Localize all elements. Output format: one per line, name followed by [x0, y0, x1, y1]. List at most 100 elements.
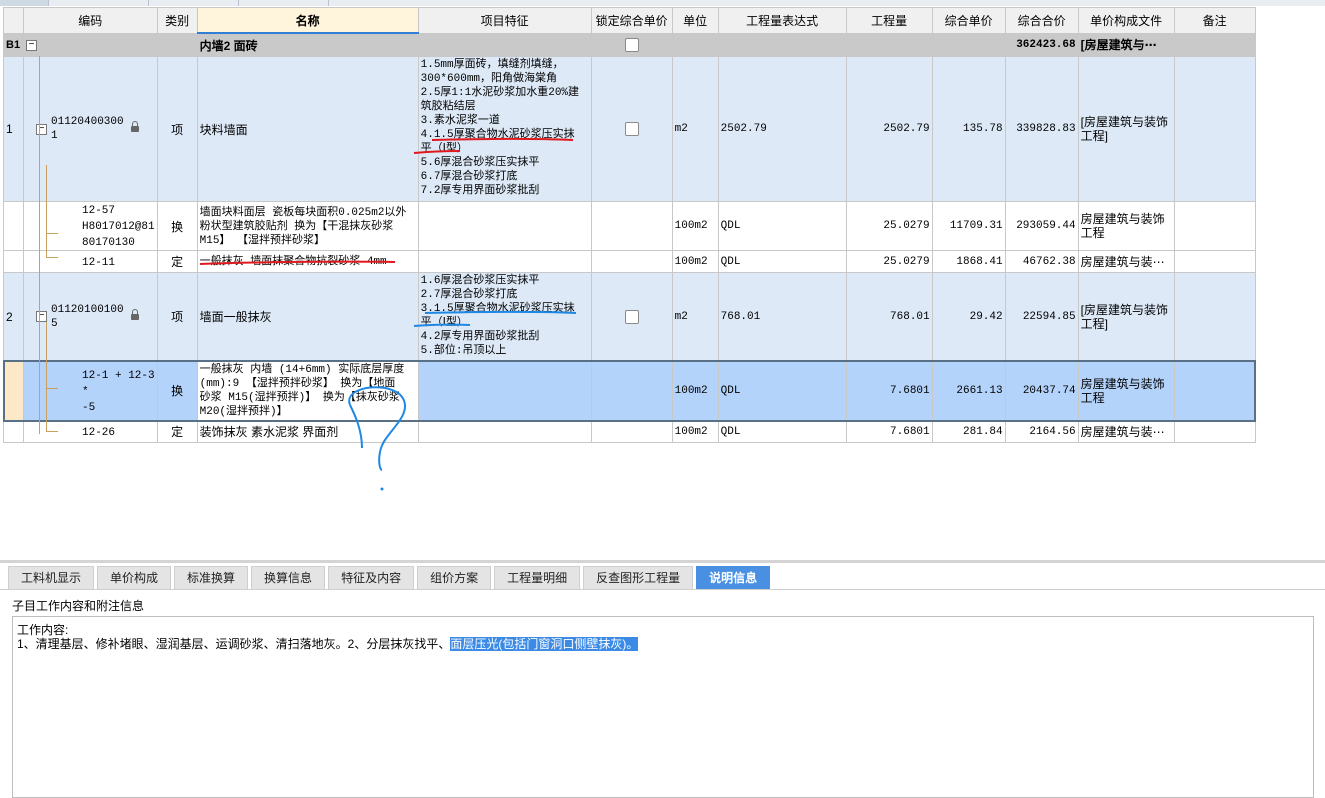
code-cell[interactable]: − 01120100100 5 — [23, 272, 158, 361]
group-row[interactable]: B1 − 内墙2 面砖 362423.68 [房屋建筑与⋯ — [3, 32, 1256, 57]
row-index — [3, 201, 24, 251]
collapse-icon[interactable]: − — [26, 40, 37, 52]
item-total: 22594.85 — [1004, 272, 1079, 361]
pane-divider[interactable] — [0, 560, 1325, 563]
item-name[interactable]: 块料墙面 — [196, 56, 419, 202]
sub-item-row[interactable]: 12-11 定 一般抹灰 墙面抹聚合物抗裂砂浆 4mm 100m2 QDL 25… — [3, 250, 1256, 273]
item-type: 项 — [156, 272, 198, 361]
work-content-selection[interactable]: 面层压光(包括门窗洞口侧壁抹灰)。 — [450, 637, 639, 651]
code-cell[interactable]: 12-26 — [23, 420, 158, 443]
file-line-1: [房屋建筑与装饰 — [1080, 302, 1168, 317]
sub-code: 12-57 H8017012@81 80170130 — [82, 205, 155, 249]
sub-item-row[interactable]: 12-26 定 装饰抹灰 素水泥浆 界面剂 100m2 QDL 7.6801 2… — [3, 420, 1256, 443]
tab-description-info[interactable]: 说明信息 — [696, 566, 771, 589]
header-remark[interactable]: 备注 — [1173, 7, 1256, 34]
feature-line: 2.7厚混合砂浆打底 — [420, 289, 518, 301]
sub-expr[interactable]: QDL — [717, 420, 847, 443]
sub-file: 房屋建筑与装饰 工程 — [1077, 201, 1175, 251]
code-cell[interactable]: 12-57 H8017012@81 80170130 — [23, 201, 158, 251]
item-expr[interactable]: 2502.79 — [717, 56, 847, 202]
feature-line: 筑胶粘结层 — [420, 101, 476, 113]
sub-item-row[interactable]: 12-57 H8017012@81 80170130 换 墙面块料面层 瓷板每块面积… — [3, 201, 1256, 251]
sub-code: 12-26 — [82, 426, 116, 439]
tab-pricing-scheme[interactable]: 组价方案 — [417, 566, 492, 589]
sub-lock-cell — [590, 250, 673, 273]
header-feature[interactable]: 项目特征 — [417, 7, 592, 34]
tree-line — [46, 165, 47, 257]
collapse-icon[interactable]: − — [36, 123, 47, 135]
item-feature[interactable]: 1.6厚混合砂浆压实抹平 2.7厚混合砂浆打底 3.1.5厚聚合物水泥砂浆压实抹… — [417, 272, 592, 361]
sub-total: 2164.56 — [1004, 420, 1079, 443]
sub-unit: 100m2 — [671, 250, 719, 273]
sub-name[interactable]: 一般抹灰 墙面抹聚合物抗裂砂浆 4mm — [196, 250, 419, 273]
sub-unit-price: 1868.41 — [931, 250, 1006, 273]
description-textarea[interactable]: 工作内容: 1、清理基层、修补堵眼、湿润基层、运调砂浆、清扫落地灰。2、分层抹灰… — [12, 616, 1314, 798]
lock-price-checkbox[interactable] — [624, 309, 639, 324]
tab-quantity-detail[interactable]: 工程量明细 — [494, 566, 581, 589]
sub-file: 房屋建筑与装饰 工程 — [1077, 360, 1175, 421]
lock-price-checkbox[interactable] — [624, 38, 639, 53]
sub-name-editor[interactable]: 一般抹灰 内墙 (14+6mm) 实际底层厚度 (mm):9 【湿拌预拌砂浆】 换… — [196, 360, 419, 421]
sub-expr[interactable]: QDL — [717, 360, 847, 421]
tab-features-content[interactable]: 特征及内容 — [328, 566, 415, 589]
feature-line: 4.1.5厚聚合物水泥砂浆压实抹 — [420, 129, 575, 141]
sub-type: 换 — [156, 201, 198, 251]
header-lock[interactable]: 锁定综合单价 — [590, 7, 673, 34]
feature-line: 2.5厚1:1水泥砂浆加水重20%建 — [420, 87, 580, 99]
sub-code: 12-1 + 12-3 * -5 — [82, 370, 155, 414]
sub-expr[interactable]: QDL — [717, 250, 847, 273]
feature-line: 平（Ⅰ型） — [420, 317, 468, 329]
work-content-text[interactable]: 1、清理基层、修补堵眼、湿润基层、运调砂浆、清扫落地灰。2、分层抹灰找平、面层压… — [17, 635, 639, 652]
sub-qty: 7.6801 — [845, 360, 933, 421]
list-item-row[interactable]: 1 − 01120400300 1 项 块料墙面 1.5mm厚面砖，填缝剂填缝， … — [3, 56, 1256, 202]
feature-line: 1.6厚混合砂浆压实抹平 — [420, 275, 540, 287]
header-expr[interactable]: 工程量表达式 — [717, 7, 847, 34]
group-name: 内墙2 面砖 — [196, 32, 419, 57]
file-line-1: 房屋建筑与装饰 — [1080, 212, 1165, 226]
item-file: [房屋建筑与装饰 工程] — [1077, 56, 1175, 202]
item-name[interactable]: 墙面一般抹灰 — [196, 272, 419, 361]
code-cell[interactable]: 12-1 + 12-3 * -5 — [23, 360, 158, 421]
group-lock-cell — [590, 32, 673, 57]
feature-line: 3.素水泥浆一道 — [420, 115, 500, 127]
file-line-2: 工程] — [1080, 316, 1108, 331]
header-qty[interactable]: 工程量 — [845, 7, 933, 34]
feature-line: 平（Ⅰ型） — [420, 143, 468, 155]
lock-price-checkbox[interactable] — [624, 122, 639, 137]
sub-lock-cell — [590, 201, 673, 251]
list-item-row[interactable]: 2 − 01120100100 5 项 墙面一般抹灰 1.6厚混合砂浆压实抹平 2… — [3, 272, 1256, 361]
tab-unit-price-composition[interactable]: 单价构成 — [97, 566, 172, 589]
panel-title: 子目工作内容和附注信息 — [12, 599, 145, 613]
group-code-cell: − — [23, 32, 158, 57]
item-lock-cell — [590, 56, 673, 202]
tab-reverse-graphic-quantity[interactable]: 反查图形工程量 — [583, 566, 694, 589]
collapse-icon[interactable]: − — [36, 311, 47, 322]
sub-expr[interactable]: QDL — [717, 201, 847, 251]
header-unit[interactable]: 单位 — [671, 7, 719, 34]
sub-total: 20437.74 — [1004, 360, 1079, 421]
header-code[interactable]: 编码 — [23, 7, 158, 34]
item-feature[interactable]: 1.5mm厚面砖，填缝剂填缝， 300*600mm，阳角做海棠角 2.5厚1:1… — [417, 56, 592, 202]
header-file[interactable]: 单价构成文件 — [1077, 7, 1175, 34]
selected-sub-item-row[interactable]: 12-1 + 12-3 * -5 换 一般抹灰 内墙 (14+6mm) 实际底层厚… — [2, 359, 1257, 422]
header-total[interactable]: 综合合价 — [1004, 7, 1079, 34]
sub-name[interactable]: 墙面块料面层 瓷板每块面积0.025m2以外 粉状型建筑胶贴剂 换为【干混抹灰砂浆… — [196, 201, 419, 251]
code-cell[interactable]: 12-11 — [23, 250, 158, 273]
feature-line: 5.6厚混合砂浆压实抹平 — [420, 157, 540, 169]
sub-file: 房屋建筑与装⋯ — [1077, 250, 1175, 273]
header-unit-price[interactable]: 综合单价 — [931, 7, 1006, 34]
item-code: 01120400300 1 — [51, 115, 124, 143]
code-cell[interactable]: − 01120400300 1 — [23, 56, 158, 202]
tree-line — [46, 388, 58, 389]
item-remark — [1173, 272, 1256, 361]
header-name[interactable]: 名称 — [196, 7, 419, 34]
tab-labor-material-machine[interactable]: 工料机显示 — [8, 566, 95, 589]
item-expr[interactable]: 768.01 — [717, 272, 847, 361]
tab-conversion-info[interactable]: 换算信息 — [251, 566, 326, 589]
tab-standard-conversion[interactable]: 标准换算 — [174, 566, 249, 589]
sub-remark — [1173, 201, 1256, 251]
sub-code: 12-11 — [82, 256, 116, 269]
sub-name[interactable]: 装饰抹灰 素水泥浆 界面剂 — [196, 420, 419, 443]
name-line: 粉状型建筑胶贴剂 换为【干混抹灰砂浆 — [199, 220, 394, 233]
header-type[interactable]: 类别 — [156, 7, 198, 34]
